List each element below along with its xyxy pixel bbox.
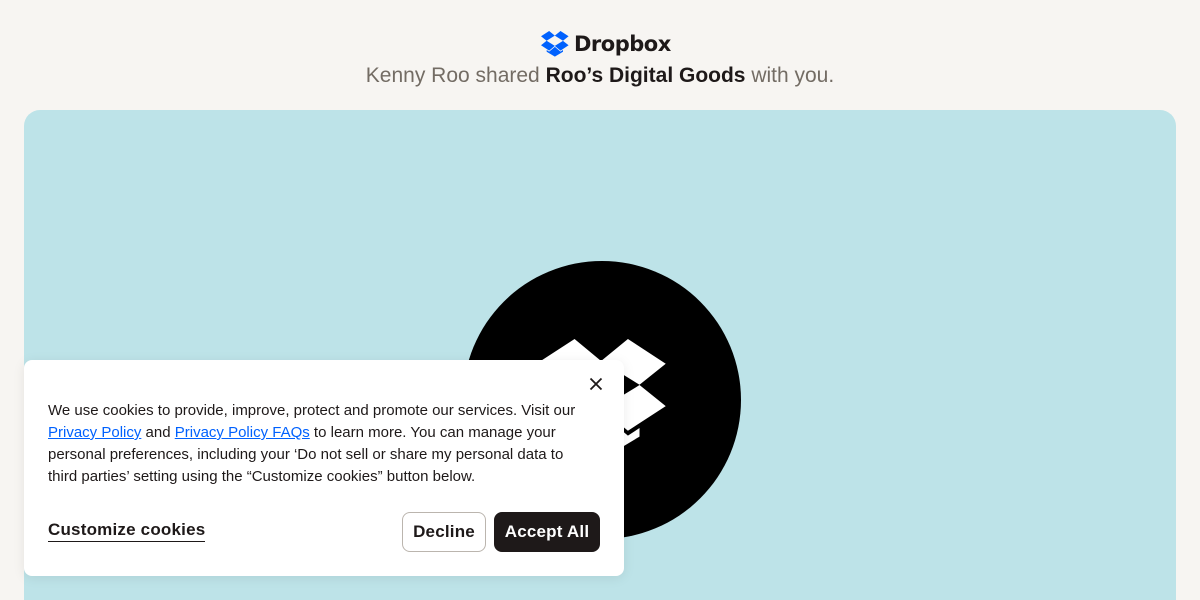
brand-name: Dropbox	[574, 32, 671, 56]
page-header: Dropbox Kenny Roo shared Roo’s Digital G…	[0, 0, 1200, 110]
share-suffix: with you.	[751, 64, 835, 87]
customize-cookies-link[interactable]: Customize cookies	[48, 520, 206, 542]
close-icon[interactable]	[584, 372, 608, 396]
cookie-message: We use cookies to provide, improve, prot…	[48, 400, 588, 488]
cookie-banner: We use cookies to provide, improve, prot…	[24, 360, 624, 576]
cookie-text-2: and	[141, 424, 175, 441]
cookie-text-1: We use cookies to provide, improve, prot…	[48, 402, 576, 419]
privacy-faqs-link[interactable]: Privacy Policy FAQs	[175, 424, 310, 441]
sharer-name: Kenny Roo	[365, 64, 470, 87]
shared-item-name: Roo’s Digital Goods	[545, 64, 746, 87]
share-description: Kenny Roo shared Roo’s Digital Goods wit…	[0, 64, 1200, 88]
dropbox-logo-icon	[540, 31, 570, 57]
accept-all-button[interactable]: Accept All	[494, 512, 600, 552]
privacy-policy-link[interactable]: Privacy Policy	[48, 424, 141, 441]
dropbox-logo[interactable]: Dropbox	[540, 31, 671, 57]
share-verb: shared	[475, 64, 540, 87]
decline-button[interactable]: Decline	[402, 512, 486, 552]
